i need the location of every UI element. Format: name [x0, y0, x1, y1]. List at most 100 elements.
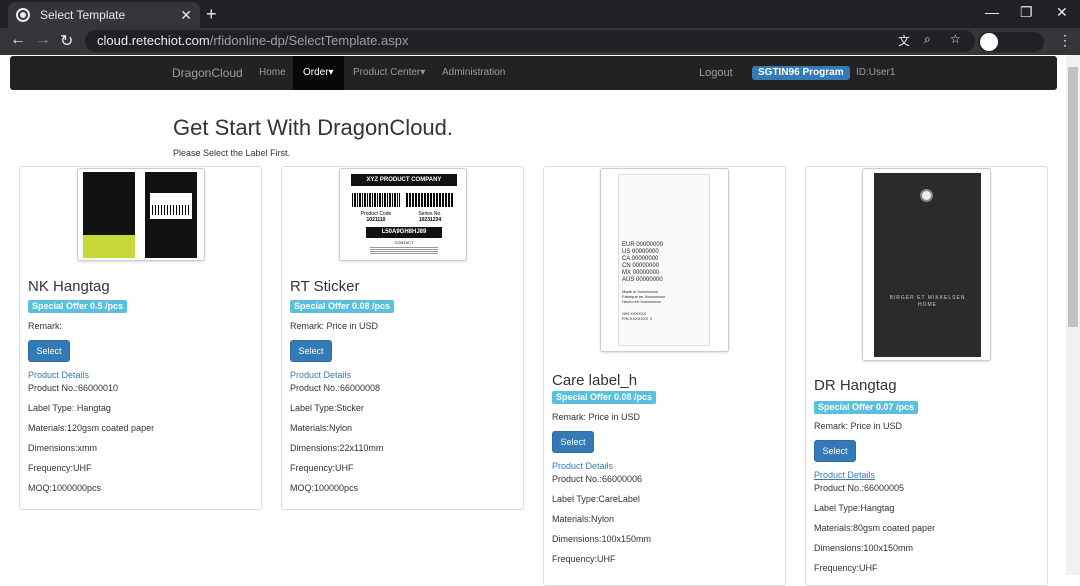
frequency: Frequency:UHF: [290, 463, 354, 473]
site-navbar: DragonCloud Home Order▾ Product Center▾ …: [10, 56, 1057, 90]
nav-product-center[interactable]: Product Center▾: [353, 56, 425, 90]
profile-button[interactable]: [978, 32, 1044, 52]
product-no: Product No.:66000010: [28, 383, 119, 393]
globe-icon: [16, 8, 30, 22]
product-image: BIRGER ET MIKKELSEN HOME: [862, 168, 991, 361]
remark: Remark: Price in USD: [290, 321, 379, 331]
frequency: Frequency:UHF: [28, 463, 92, 473]
tab-title: Select Template: [40, 8, 126, 22]
sticker-contact: CONTACT: [394, 240, 414, 245]
minimize-icon[interactable]: —: [985, 4, 999, 20]
url-host: cloud.retechiot.com: [97, 33, 210, 48]
product-details-link[interactable]: Product Details: [814, 470, 875, 480]
frequency: Frequency:UHF: [552, 554, 616, 564]
moq: MOQ:100000pcs: [290, 483, 359, 493]
brand-link[interactable]: DragonCloud: [172, 56, 243, 90]
care-code-line: P/N XXXXXXX X: [622, 316, 653, 321]
label-type: Label Type:CareLabel: [552, 494, 640, 504]
product-card: XYZ PRODUCT COMPANY Product Code 1021110…: [281, 166, 524, 510]
close-window-icon[interactable]: ✕: [1056, 4, 1068, 21]
hangtag-brand-sub: HOME: [918, 302, 937, 308]
dimensions: Dimensions:xmm: [28, 443, 98, 453]
select-button[interactable]: Select: [814, 440, 856, 462]
care-size-line: CA 00000000: [622, 256, 659, 262]
select-button[interactable]: Select: [290, 340, 332, 362]
back-icon[interactable]: ←: [10, 31, 26, 49]
special-offer-badge: Special Offer 0.07 /pcs: [814, 401, 919, 414]
product-name: RT Sticker: [290, 278, 360, 295]
product-details-link[interactable]: Product Details: [552, 461, 613, 471]
nav-administration[interactable]: Administration: [442, 56, 505, 90]
product-details-link[interactable]: Product Details: [28, 370, 89, 380]
product-image: [77, 168, 205, 261]
moq: MOQ:1000000pcs: [28, 483, 102, 493]
product-image: XYZ PRODUCT COMPANY Product Code 1021110…: [339, 168, 467, 261]
browser-tabstrip: Select Template ✕ + — ❐ ✕: [0, 0, 1080, 28]
care-made-line: Hecho en Xxxxxxxxxx: [622, 299, 661, 304]
product-no: Product No.:66000005: [814, 483, 905, 493]
special-offer-badge: Special Offer 0.08 /pcs: [290, 300, 395, 313]
nav-order[interactable]: Order▾: [293, 56, 344, 90]
reload-icon[interactable]: ↻: [60, 31, 73, 51]
hangtag-brand: BIRGER ET MIKKELSEN: [889, 295, 966, 301]
sticker-code: 1021110: [366, 217, 386, 223]
product-card: BIRGER ET MIKKELSEN HOME DR Hangtag Spec…: [805, 166, 1048, 586]
page-subtitle: Please Select the Label First.: [173, 148, 291, 158]
special-offer-badge: Special Offer 0.5 /pcs: [28, 300, 128, 313]
product-card: NK Hangtag Special Offer 0.5 /pcs Remark…: [19, 166, 262, 510]
care-size-line: CN 00000000: [622, 263, 660, 269]
dimensions: Dimensions:100x150mm: [552, 534, 652, 544]
user-id: ID:User1: [856, 67, 896, 78]
product-card: EUR 00000000 US 00000000 CA 00000000 CN …: [543, 166, 786, 586]
materials: Materials:80gsm coated paper: [814, 523, 936, 533]
new-tab-icon[interactable]: +: [206, 4, 217, 25]
nav-logout[interactable]: Logout: [699, 56, 733, 90]
product-details-link[interactable]: Product Details: [290, 370, 351, 380]
translate-icon[interactable]: 文: [898, 32, 910, 49]
page-title: Get Start With DragonCloud.: [173, 115, 454, 140]
address-bar[interactable]: cloud.retechiot.com/rfidonline-dp/Select…: [85, 30, 975, 52]
product-name: NK Hangtag: [28, 278, 110, 295]
menu-icon[interactable]: ⋮: [1058, 32, 1072, 49]
select-button[interactable]: Select: [552, 431, 594, 453]
product-name: Care label_h: [552, 372, 638, 389]
avatar: [980, 33, 998, 51]
bookmark-star-icon[interactable]: ☆: [950, 32, 961, 46]
special-offer-badge: Special Offer 0.08 /pcs: [552, 391, 657, 404]
care-size-line: US 00000000: [622, 249, 659, 255]
frequency: Frequency:UHF: [814, 563, 878, 573]
product-image: EUR 00000000 US 00000000 CA 00000000 CN …: [600, 168, 729, 352]
scrollbar-thumb[interactable]: [1068, 67, 1078, 327]
product-no: Product No.:66000008: [290, 383, 381, 393]
care-size-line: EUR 00000000: [622, 242, 664, 248]
page-scrollbar[interactable]: [1066, 55, 1080, 575]
close-icon[interactable]: ✕: [180, 7, 192, 24]
zoom-icon[interactable]: ⌕: [924, 32, 931, 47]
forward-icon[interactable]: →: [35, 31, 51, 49]
remark: Remark: Price in USD: [814, 421, 903, 431]
remark: Remark:: [28, 321, 63, 331]
care-size-line: AUS 00000000: [622, 277, 663, 283]
browser-tab[interactable]: Select Template ✕: [8, 2, 200, 28]
product-name: DR Hangtag: [814, 377, 897, 394]
browser-toolbar: ← → ↻ cloud.retechiot.com/rfidonline-dp/…: [0, 28, 1080, 55]
remark: Remark: Price in USD: [552, 412, 641, 422]
program-badge: SGTIN96 Program: [752, 66, 850, 80]
dimensions: Dimensions:100x150mm: [814, 543, 914, 553]
label-type: Label Type: Hangtag: [28, 403, 111, 413]
label-type: Label Type:Sticker: [290, 403, 364, 413]
url-path: /rfidonline-dp/SelectTemplate.aspx: [209, 33, 409, 48]
care-size-line: MX 00000000: [622, 270, 660, 276]
materials: Materials:120gsm coated paper: [28, 423, 155, 433]
select-button[interactable]: Select: [28, 340, 70, 362]
sticker-company: XYZ PRODUCT COMPANY: [351, 174, 457, 186]
materials: Materials:Nylon: [290, 423, 353, 433]
dimensions: Dimensions:22x110mm: [290, 443, 384, 453]
product-no: Product No.:66000006: [552, 474, 643, 484]
sticker-serial: L50A9GH8HJ89: [366, 227, 442, 238]
restore-icon[interactable]: ❐: [1020, 4, 1033, 21]
label-type: Label Type:Hangtag: [814, 503, 895, 513]
sticker-series: 10231234: [418, 217, 442, 223]
materials: Materials:Nylon: [552, 514, 615, 524]
nav-home[interactable]: Home: [259, 56, 286, 90]
